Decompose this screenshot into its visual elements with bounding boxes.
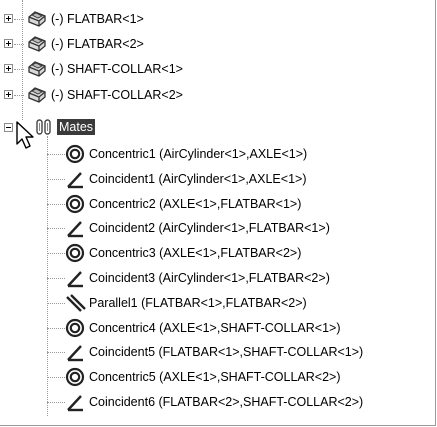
- tree-item-part[interactable]: (-) SHAFT-COLLAR<1>: [0, 57, 183, 81]
- tree-item-label: Coincident6 (FLATBAR<2>,SHAFT-COLLAR<2>): [89, 395, 364, 409]
- tree-item-label: Parallel1 (FLATBAR<1>,FLATBAR<2>): [89, 295, 307, 310]
- coincident-mate-icon: [64, 392, 86, 412]
- expand-toggle[interactable]: [4, 39, 13, 48]
- tree-item-mate[interactable]: Parallel1 (FLATBAR<1>,FLATBAR<2>): [0, 291, 307, 315]
- concentric-mate-icon: [64, 367, 86, 387]
- tree-item-label: Concentric4 (AXLE<1>,SHAFT-COLLAR<1>): [89, 320, 341, 335]
- part-icon: [26, 59, 48, 79]
- tree-item-label: Coincident1 (AirCylinder<1>,AXLE<1>): [89, 171, 307, 186]
- tree-item-mate[interactable]: Coincident5 (FLATBAR<1>,SHAFT-COLLAR<1>): [0, 340, 363, 364]
- tree-item-label: Concentric5 (AXLE<1>,SHAFT-COLLAR<2>): [89, 370, 341, 385]
- parallel-mate-icon: [64, 293, 86, 313]
- tree-item-label: (-) SHAFT-COLLAR<2>: [51, 88, 183, 102]
- tree-item-mate[interactable]: Concentric2 (AXLE<1>,FLATBAR<1>): [0, 192, 301, 216]
- tree-item-label: Concentric2 (AXLE<1>,FLATBAR<1>): [89, 196, 302, 211]
- part-icon: [26, 9, 48, 29]
- tree-item-mate[interactable]: Coincident3 (AirCylinder<1>,FLATBAR<2>): [0, 266, 330, 290]
- concentric-mate-icon: [64, 144, 86, 164]
- coincident-mate-icon: [64, 268, 86, 288]
- concentric-mate-icon: [64, 243, 86, 263]
- tree-item-mate[interactable]: Concentric1 (AirCylinder<1>,AXLE<1>): [0, 142, 307, 166]
- tree-item-part[interactable]: (-) SHAFT-COLLAR<2>: [0, 83, 183, 107]
- tree-item-part[interactable]: (-) FLATBAR<1>: [0, 7, 144, 31]
- tree-item-label: (-) SHAFT-COLLAR<1>: [51, 62, 183, 76]
- concentric-mate-icon: [64, 318, 86, 338]
- tree-item-mate[interactable]: Concentric4 (AXLE<1>,SHAFT-COLLAR<1>): [0, 316, 341, 340]
- concentric-mate-icon: [64, 194, 86, 214]
- collapse-toggle[interactable]: [4, 123, 13, 132]
- expand-toggle[interactable]: [4, 14, 13, 23]
- coincident-mate-icon: [64, 218, 86, 238]
- part-icon: [26, 85, 48, 105]
- tree-item-label: (-) FLATBAR<2>: [51, 37, 144, 51]
- tree-item-label: (-) FLATBAR<1>: [51, 12, 144, 26]
- feature-tree-panel: (-) FLATBAR<1> (-) FLATBAR<2> (-) SHAFT-…: [0, 0, 436, 426]
- mates-folder-label: Mates: [57, 119, 96, 135]
- tree-item-mate[interactable]: Concentric3 (AXLE<1>,FLATBAR<2>): [0, 241, 301, 265]
- tree-item-mate[interactable]: Coincident6 (FLATBAR<2>,SHAFT-COLLAR<2>): [0, 390, 363, 414]
- expand-toggle[interactable]: [4, 64, 13, 73]
- tree-item-part[interactable]: (-) FLATBAR<2>: [0, 32, 144, 56]
- tree-item-label: Concentric1 (AirCylinder<1>,AXLE<1>): [89, 147, 308, 161]
- tree-item-label: Coincident3 (AirCylinder<1>,FLATBAR<2>): [89, 271, 330, 285]
- tree-item-label: Concentric3 (AXLE<1>,FLATBAR<2>): [89, 246, 302, 261]
- tree-item-mate[interactable]: Coincident1 (AirCylinder<1>,AXLE<1>): [0, 167, 306, 191]
- coincident-mate-icon: [64, 169, 86, 189]
- part-icon: [26, 34, 48, 54]
- expand-toggle[interactable]: [4, 90, 13, 99]
- tree-item-label: Coincident5 (FLATBAR<1>,SHAFT-COLLAR<1>): [89, 345, 364, 360]
- tree-item-label: Coincident2 (AirCylinder<1>,FLATBAR<1>): [89, 221, 330, 236]
- coincident-mate-icon: [64, 342, 86, 362]
- tree-item-mate[interactable]: Coincident2 (AirCylinder<1>,FLATBAR<1>): [0, 216, 330, 240]
- tree-item-mate[interactable]: Concentric5 (AXLE<1>,SHAFT-COLLAR<2>): [0, 365, 341, 389]
